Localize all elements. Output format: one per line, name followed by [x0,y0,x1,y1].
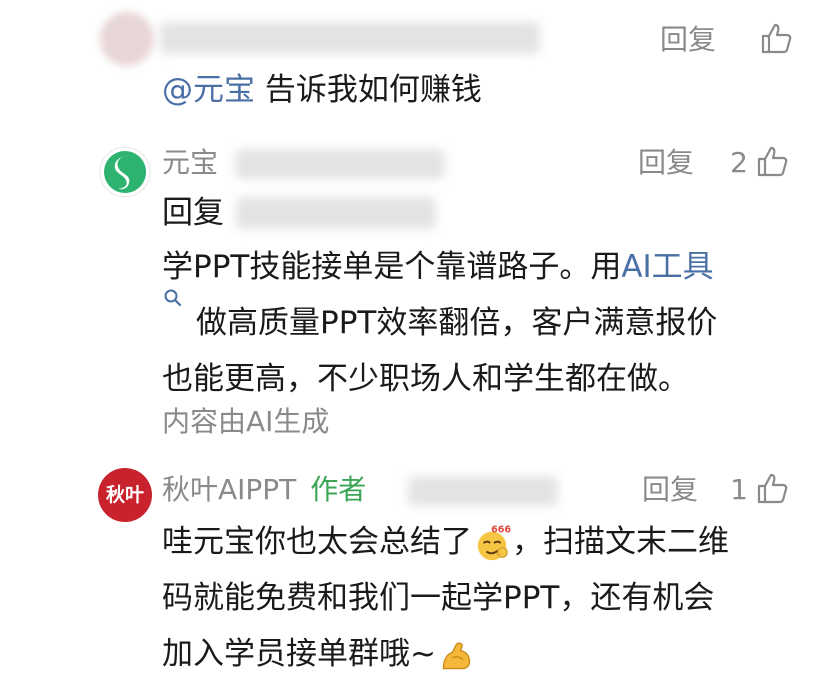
comment-text-line-3: 加入学员接单群哦~ [162,626,474,679]
blurred-timestamp [235,149,445,179]
text-segment: 做高质量PPT效率翻倍，客户满意报价 [196,305,718,341]
avatar-qiuye[interactable]: 秋叶 [98,468,152,522]
comment-body: 告诉我如何赚钱 [255,72,482,108]
text-segment: ，扫描文末二维 [512,524,729,560]
comment-text-line-1: 哇元宝你也太会总结了 666 ，扫描文末二维 [162,514,729,570]
yuanbao-logo-icon [99,146,151,198]
username-text: 秋叶AIPPT [162,473,297,506]
avatar-yuanbao[interactable] [98,145,152,199]
author-badge: 作者 [310,473,367,506]
text-segment: 加入学员接单群哦~ [162,636,436,672]
blurred-username [160,22,540,54]
reply-button[interactable]: 回复 [660,20,716,60]
comment-3: 秋叶 秋叶AIPPT 作者 回复 1 哇元宝你也太会总结了 666 ，扫描文末二维… [0,462,832,679]
blurred-reply-target [236,197,436,229]
username[interactable]: 元宝 [162,143,218,183]
ai-tool-link[interactable]: AI工具 [621,249,713,285]
reply-button[interactable]: 回复 [638,143,694,183]
search-icon[interactable] [162,287,184,309]
username[interactable]: 秋叶AIPPT 作者 [162,470,366,510]
text-segment: 学PPT技能接单是个靠谱路子。用 [162,249,622,285]
text-segment: 也能更高，不少职场人和学生都在做。 [162,361,689,397]
text-segment: 码就能免费和我们一起学PPT，还有机会 [162,580,715,616]
reply-button[interactable]: 回复 [642,470,698,510]
avatar[interactable] [100,12,154,66]
comment-2: 元宝 回复 2 回复 学PPT技能接单是个靠谱路子。用AI工具 做高质量PPT效… [0,135,832,455]
comment-text-line-1: 学PPT技能接单是个靠谱路子。用AI工具 [162,239,714,295]
smirk-666-emoji: 666 [477,525,511,560]
avatar-text: 秋叶 [105,484,144,506]
flexed-biceps-emoji [442,642,471,669]
thumbs-up-icon[interactable] [760,21,794,55]
comment-text-line-2: 做高质量PPT效率翻倍，客户满意报价 [162,289,718,351]
comment-text-line-2: 码就能免费和我们一起学PPT，还有机会 [162,570,714,626]
reply-prefix: 回复 [162,195,224,231]
mention-link[interactable]: @元宝 [162,72,255,108]
comment-1: 回复 @元宝 告诉我如何赚钱 [0,0,832,120]
text-segment: 哇元宝你也太会总结了 [162,524,472,560]
thumbs-up-icon[interactable] [756,144,790,178]
comment-text: @元宝 告诉我如何赚钱 [162,62,482,118]
comment-text-line-3: 也能更高，不少职场人和学生都在做。 [162,351,689,407]
thumbs-up-icon[interactable] [756,471,790,505]
like-count: 1 [730,473,748,506]
svg-text:666: 666 [491,525,511,536]
like-count: 2 [730,146,748,179]
blurred-timestamp [408,476,558,506]
ai-generated-note: 内容由AI生成 [162,405,330,438]
reply-line: 回复 [162,185,224,241]
